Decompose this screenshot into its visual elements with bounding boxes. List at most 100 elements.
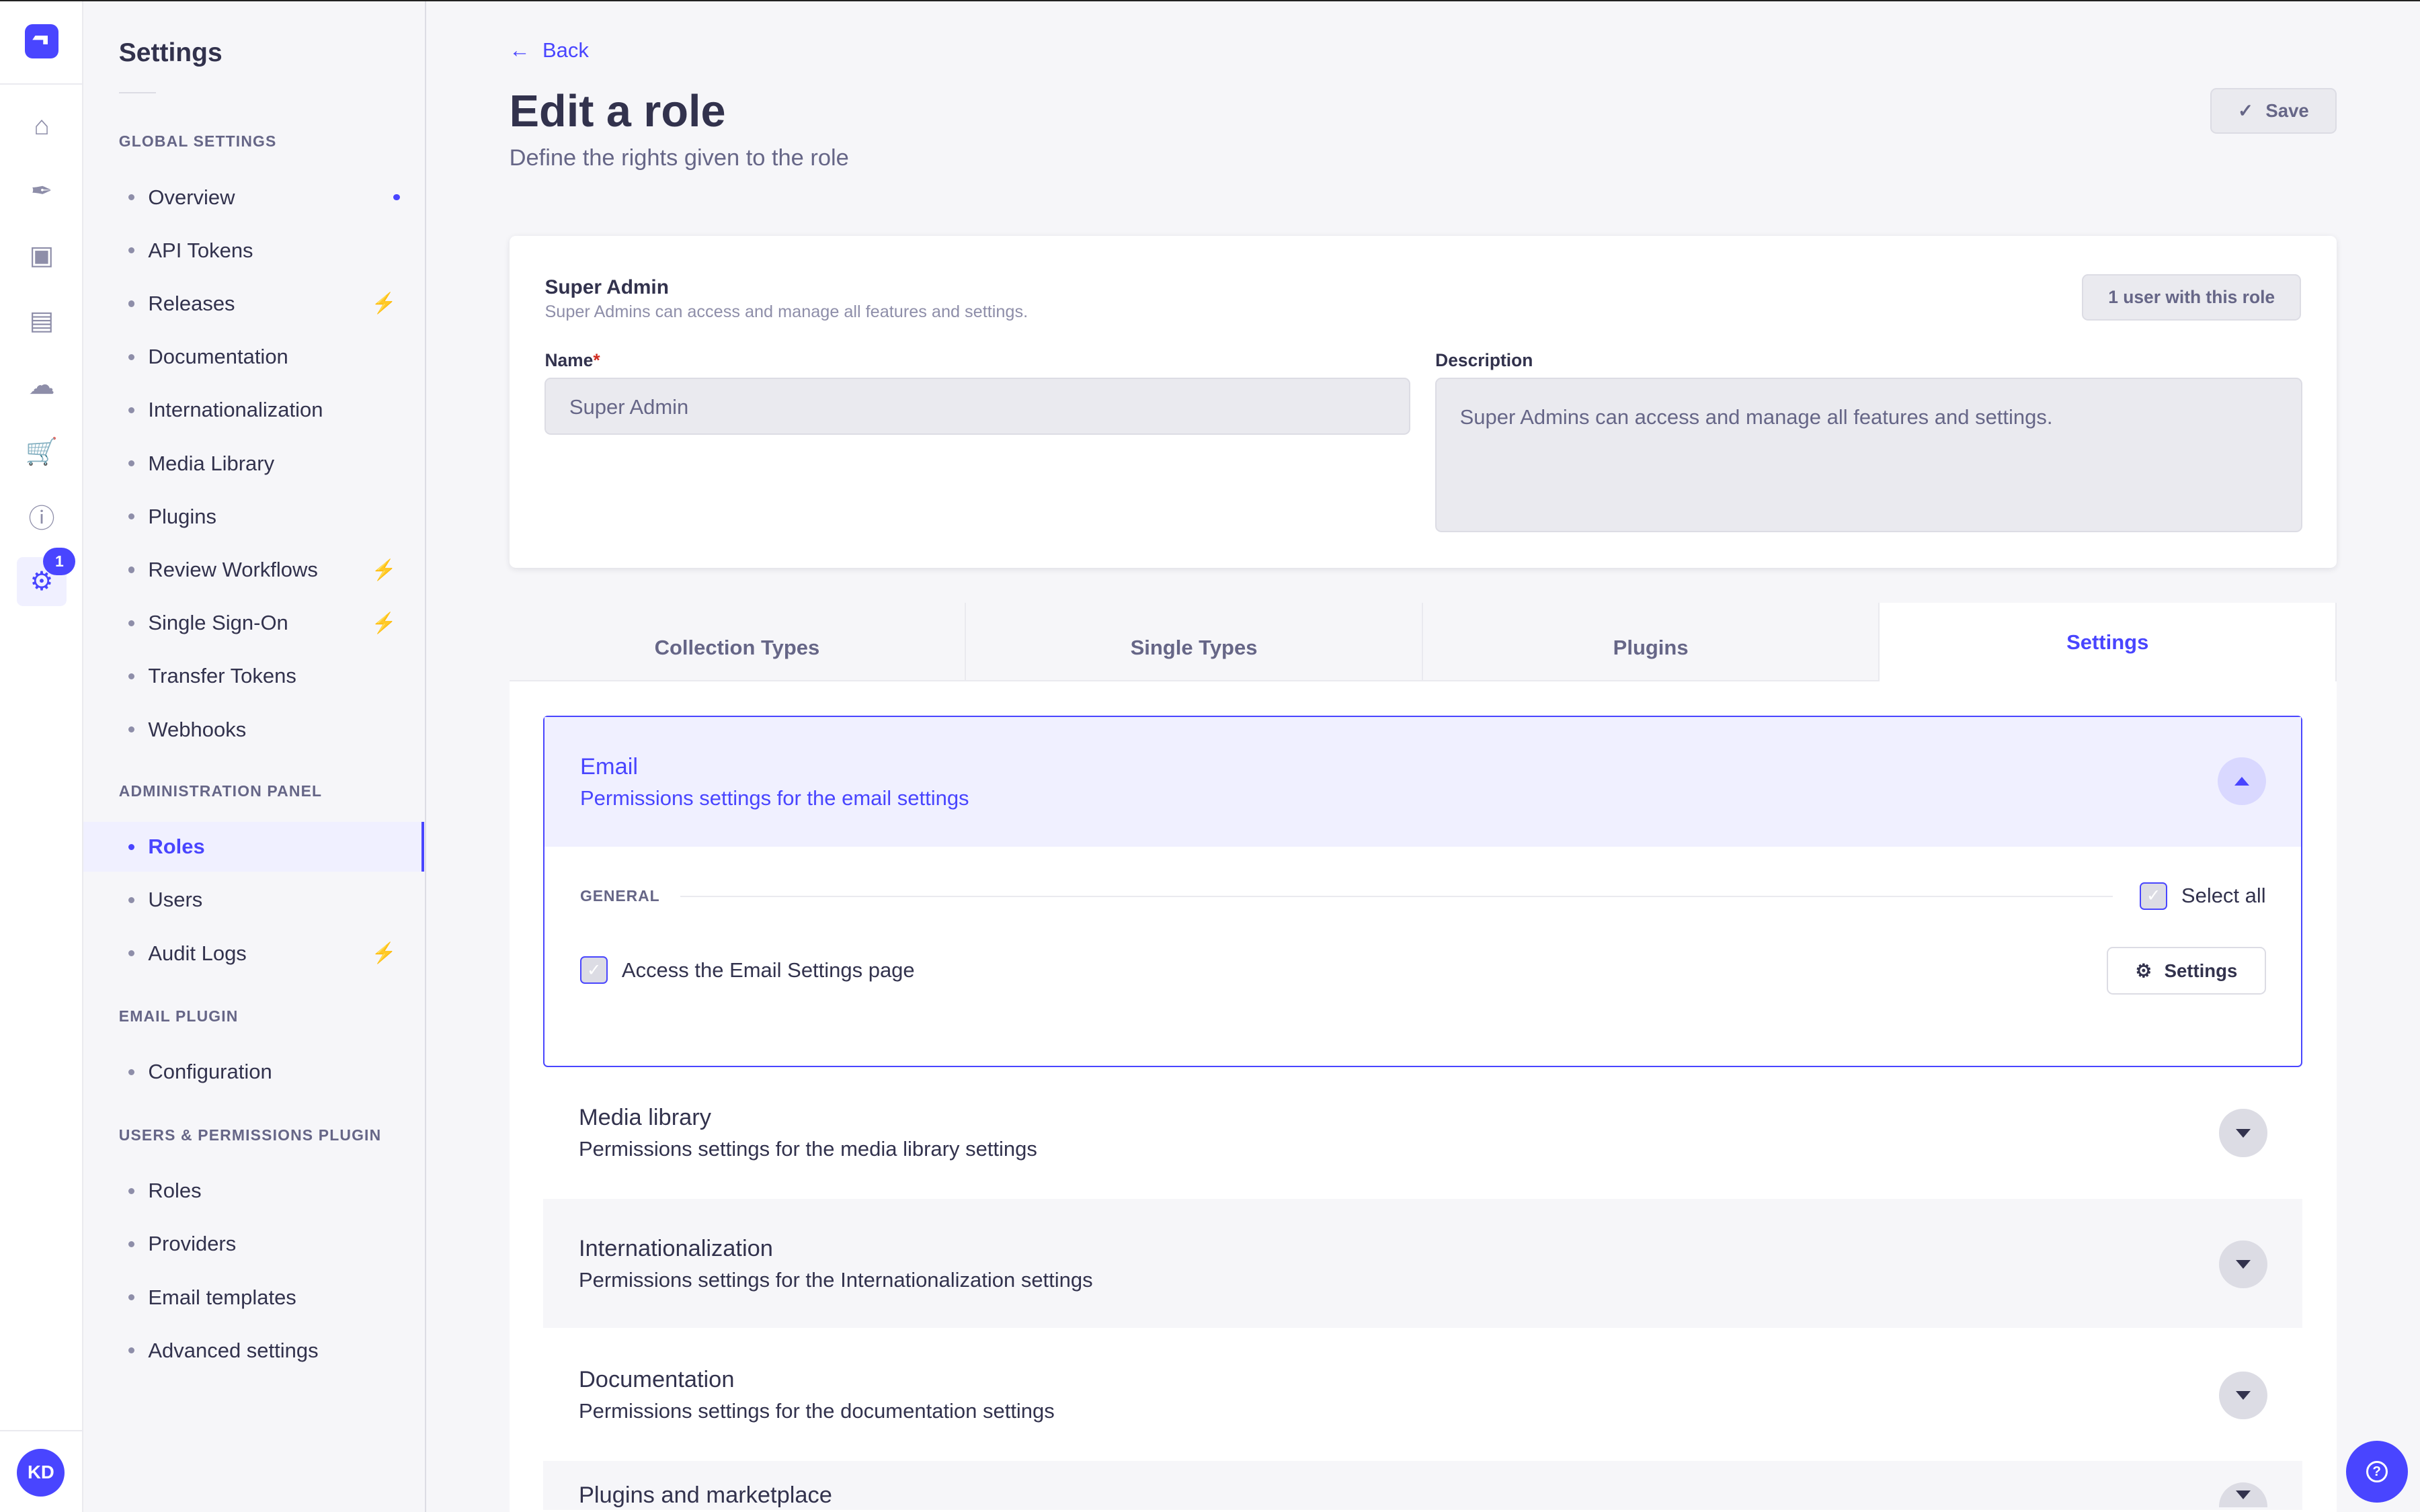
nav-section-label: EMAIL PLUGIN: [118, 1007, 239, 1025]
page-title: Edit a role: [509, 87, 726, 137]
permission-tabs: Collection Types Single Types Plugins Se…: [509, 603, 2337, 682]
logo[interactable]: [24, 24, 59, 58]
permission-checkbox[interactable]: ✓: [579, 956, 608, 984]
nav-item[interactable]: Advanced settings: [83, 1326, 424, 1375]
tab-plugins[interactable]: Plugins: [1422, 603, 1880, 682]
nav-item-label: Transfer Tokens: [148, 664, 296, 688]
nav-item[interactable]: Single Sign-On ⚡: [83, 599, 424, 648]
bullet-icon: [128, 1068, 134, 1075]
check-icon: ✓: [2237, 100, 2254, 121]
nav-item-label: Internationalization: [148, 398, 323, 422]
role-description: Super Admins can access and manage all f…: [544, 302, 1028, 321]
nav-section-label: USERS & PERMISSIONS PLUGIN: [118, 1126, 382, 1144]
question-icon: ?: [2366, 1460, 2388, 1483]
name-field[interactable]: Super Admin: [544, 378, 1411, 435]
nav-item[interactable]: Internationalization: [83, 386, 424, 435]
nav-item[interactable]: Plugins: [83, 492, 424, 541]
nav-section-label: ADMINISTRATION PANEL: [118, 782, 323, 800]
accordion[interactable]: Documentation Permissions settings for th…: [543, 1330, 2302, 1460]
bullet-icon: [128, 950, 134, 957]
bullet-icon: [128, 896, 134, 903]
bullet-icon: [128, 566, 134, 573]
lightning-icon: ⚡: [371, 942, 397, 965]
nav-item[interactable]: Documentation: [83, 332, 424, 381]
tab-single-types[interactable]: Single Types: [966, 603, 1423, 682]
accordion-subtitle: Permissions settings for the Internation…: [578, 1267, 1093, 1292]
nav-item[interactable]: Configuration: [83, 1048, 424, 1097]
bullet-icon: [128, 726, 134, 733]
nav-item[interactable]: Review Workflows ⚡: [83, 545, 424, 594]
select-all[interactable]: ✓ Select all: [2139, 882, 2266, 910]
nav-item[interactable]: API Tokens: [83, 226, 424, 275]
home-icon[interactable]: ⌂: [17, 101, 66, 151]
tab-settings[interactable]: Settings: [1880, 603, 2337, 682]
arrow-left-icon: ←: [509, 38, 530, 62]
nav-item-label: Providers: [148, 1232, 237, 1256]
back-link[interactable]: ← Back: [510, 38, 589, 62]
cart-icon[interactable]: 🛒: [17, 427, 66, 476]
settings-nav: Settings GLOBAL SETTINGS Overview API Toke…: [83, 1, 426, 1512]
bullet-icon: [128, 1187, 134, 1194]
avatar[interactable]: KD: [17, 1448, 65, 1497]
divider: [0, 83, 83, 85]
chevron-down-icon[interactable]: [2219, 1371, 2267, 1419]
accordion[interactable]: Plugins and marketplace: [543, 1460, 2303, 1511]
select-all-label: Select all: [2181, 884, 2266, 908]
nav-item-label: Overview: [148, 185, 235, 209]
nav-item[interactable]: Media Library: [83, 439, 424, 488]
nav-item[interactable]: Providers: [83, 1220, 424, 1269]
info-icon[interactable]: ⓘ: [17, 492, 66, 541]
accordion[interactable]: Media library Permissions settings for th…: [543, 1067, 2302, 1197]
settings-panel: Email Permissions settings for the email…: [509, 681, 2337, 1512]
nav-item[interactable]: Webhooks: [83, 705, 424, 754]
lightning-icon: ⚡: [371, 558, 397, 581]
accordion[interactable]: Internationalization Permissions settings…: [543, 1198, 2303, 1329]
nav-item-label: Roles: [148, 835, 205, 859]
cloud-icon[interactable]: ☁: [17, 361, 66, 410]
bullet-icon: [128, 673, 134, 680]
chevron-down-icon[interactable]: [2219, 1240, 2267, 1288]
accordion-subtitle: Permissions settings for the documentati…: [578, 1399, 1055, 1423]
nav-item-label: Releases: [148, 291, 235, 315]
accordion-email-header[interactable]: Email Permissions settings for the email…: [544, 716, 2302, 847]
nav-item[interactable]: Releases ⚡: [83, 279, 424, 328]
nav-item-label: Configuration: [148, 1060, 272, 1084]
nav-item-label: Roles: [148, 1179, 202, 1203]
select-all-checkbox[interactable]: ✓: [2139, 882, 2168, 910]
nav-item-label: Advanced settings: [148, 1338, 319, 1362]
bullet-icon: [128, 407, 134, 413]
nav-item[interactable]: Roles: [83, 1166, 424, 1215]
bullet-icon: [128, 1347, 134, 1354]
nav-item[interactable]: Email templates: [83, 1273, 424, 1322]
nav-item[interactable]: Users: [83, 876, 424, 925]
tab-collection-types[interactable]: Collection Types: [509, 603, 967, 682]
lightning-icon: ⚡: [371, 612, 397, 634]
users-count-button[interactable]: 1 user with this role: [2082, 274, 2302, 321]
help-button[interactable]: ?: [2345, 1441, 2408, 1503]
nav-item[interactable]: Transfer Tokens: [83, 652, 424, 701]
feather-icon[interactable]: ✒: [17, 167, 66, 216]
nav-item-label: Documentation: [148, 345, 288, 369]
nav-title: Settings: [118, 38, 223, 68]
accordion-title: Internationalization: [578, 1235, 773, 1261]
bullet-icon: [128, 513, 134, 520]
chevron-up-icon[interactable]: [2218, 757, 2266, 805]
description-field[interactable]: Super Admins can access and manage all f…: [1435, 378, 2303, 532]
name-label-text: Name: [544, 349, 594, 370]
nav-item-label: Users: [148, 888, 203, 912]
layout-icon[interactable]: ▤: [17, 296, 66, 345]
save-button[interactable]: ✓ Save: [2210, 87, 2337, 134]
permission-row[interactable]: ✓ Access the Email Settings page: [579, 956, 915, 984]
accordion-subtitle: Permissions settings for the media libra…: [578, 1136, 1037, 1161]
required-mark: *: [593, 349, 600, 370]
chevron-down-icon[interactable]: [2219, 1109, 2267, 1157]
nav-item[interactable]: Overview: [83, 173, 424, 222]
save-label: Save: [2265, 100, 2309, 121]
nav-item[interactable]: Audit Logs ⚡: [83, 929, 424, 978]
settings-button[interactable]: ⚙ Settings: [2107, 947, 2266, 995]
chevron-down-icon[interactable]: [2219, 1482, 2267, 1507]
nav-section-label: GLOBAL SETTINGS: [118, 132, 277, 151]
media-icon[interactable]: ▣: [17, 231, 66, 280]
permission-label: Access the Email Settings page: [621, 958, 915, 982]
nav-item[interactable]: Roles: [83, 822, 425, 872]
